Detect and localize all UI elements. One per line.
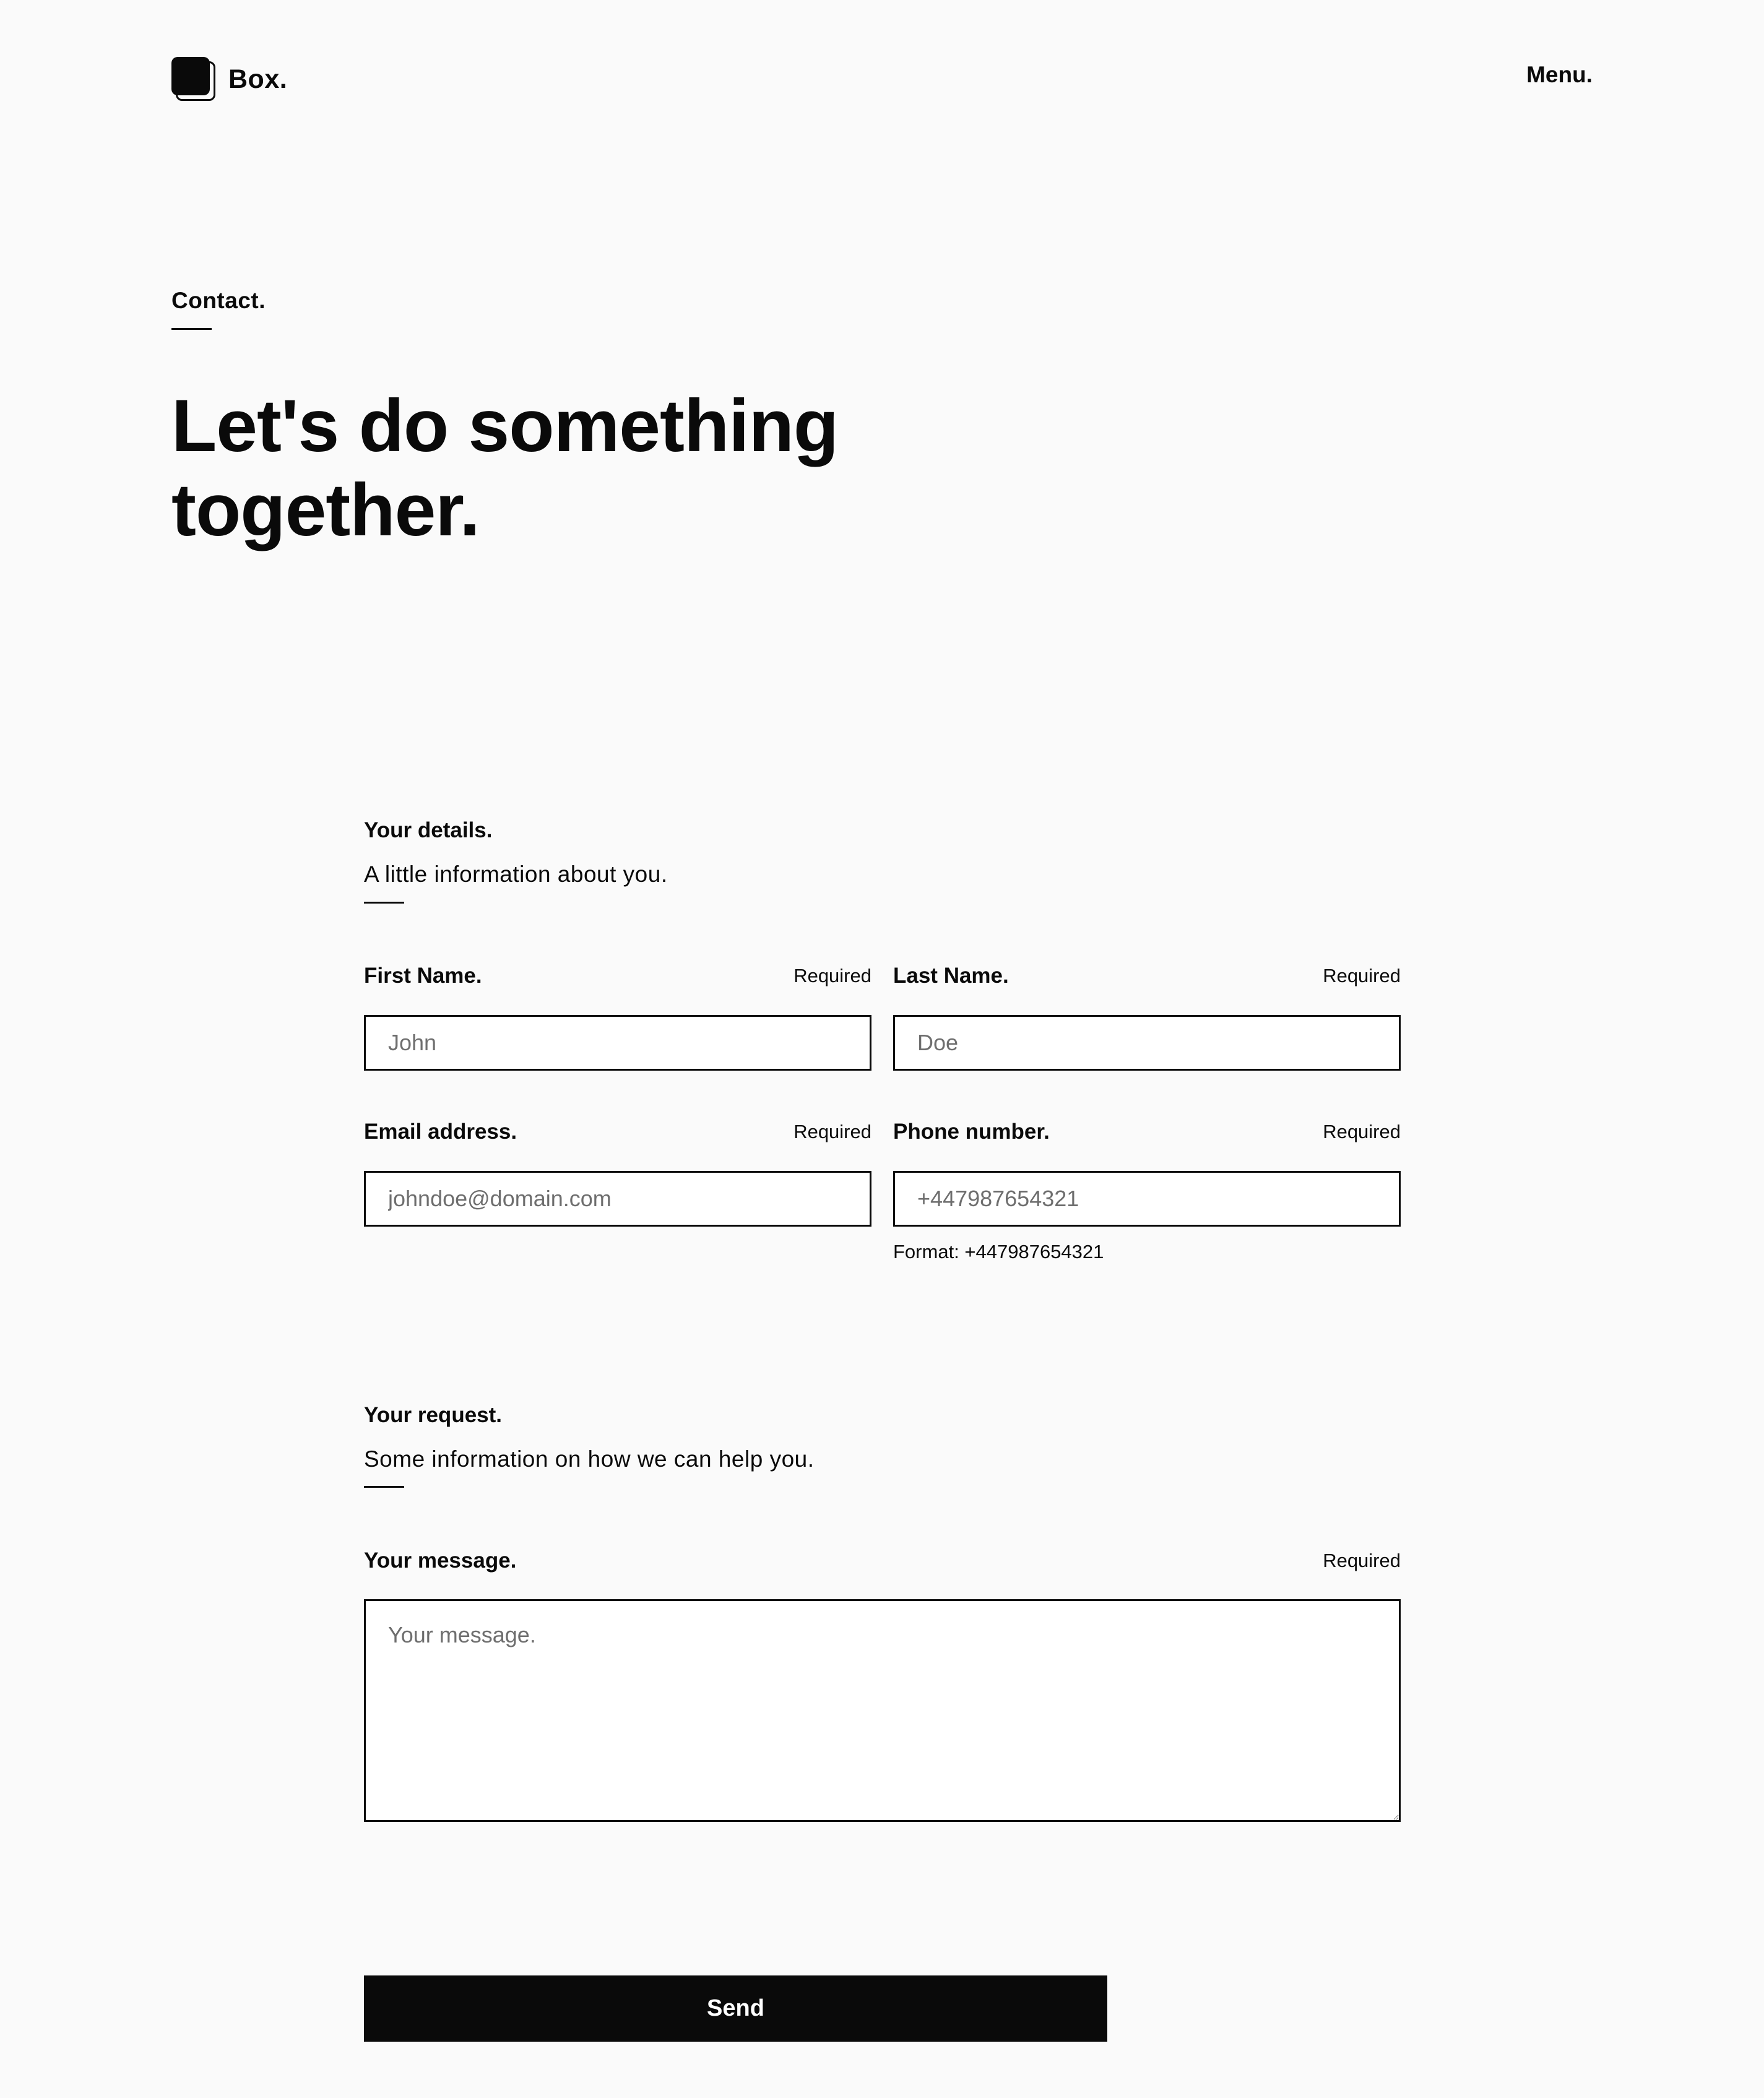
request-section-title: Your request. xyxy=(364,1403,503,1427)
last-name-required: Required xyxy=(1323,965,1401,986)
details-section-divider xyxy=(364,902,404,904)
first-name-input[interactable] xyxy=(364,1015,871,1071)
message-label: Your message. xyxy=(364,1548,517,1573)
message-textarea[interactable] xyxy=(364,1599,1401,1822)
page-title-line-2: together. xyxy=(171,468,480,551)
last-name-input[interactable] xyxy=(893,1015,1401,1071)
brand-name: Box. xyxy=(228,64,288,94)
first-name-required: Required xyxy=(793,965,871,986)
details-section-title: Your details. xyxy=(364,818,493,842)
email-label: Email address. xyxy=(364,1120,517,1144)
first-name-label: First Name. xyxy=(364,964,482,988)
page-eyebrow: Contact. xyxy=(171,288,266,313)
send-button[interactable]: Send xyxy=(364,1975,1107,2042)
eyebrow-divider xyxy=(171,328,212,330)
request-section-divider xyxy=(364,1486,404,1488)
email-field[interactable] xyxy=(364,1171,871,1227)
details-section-subtitle: A little information about you. xyxy=(364,861,668,887)
phone-field[interactable] xyxy=(893,1171,1401,1227)
email-required: Required xyxy=(793,1121,871,1142)
stacked-square-icon xyxy=(171,57,216,101)
brand-logo[interactable]: Box. xyxy=(171,57,287,101)
phone-label: Phone number. xyxy=(893,1120,1050,1144)
menu-button[interactable]: Menu. xyxy=(1526,62,1593,88)
phone-format-hint: Format: +447987654321 xyxy=(893,1241,1104,1263)
last-name-label: Last Name. xyxy=(893,964,1009,988)
page-title: Let's do something together. xyxy=(171,384,1038,552)
phone-required: Required xyxy=(1323,1121,1401,1142)
site-header: Box. Menu. xyxy=(0,0,1764,161)
message-required: Required xyxy=(1323,1550,1401,1571)
request-section-subtitle: Some information on how we can help you. xyxy=(364,1446,815,1472)
page-title-line-1: Let's do something xyxy=(171,384,839,467)
